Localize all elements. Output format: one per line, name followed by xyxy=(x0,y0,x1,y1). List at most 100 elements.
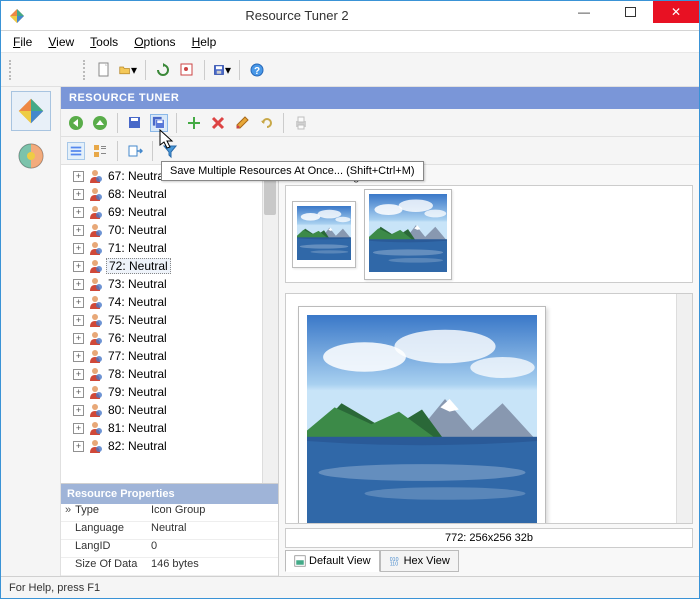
preview-scrollbar[interactable] xyxy=(676,294,692,523)
refresh-icon[interactable] xyxy=(154,61,172,79)
expand-icon[interactable]: + xyxy=(73,315,84,326)
thumbnail-medium[interactable] xyxy=(364,189,452,280)
expand-icon[interactable]: + xyxy=(73,189,84,200)
minimize-button[interactable]: — xyxy=(561,1,607,23)
properties-panel: Resource Properties TypeIcon GroupLangua… xyxy=(61,483,278,576)
tree-item-label: 72: Neutral xyxy=(106,258,171,274)
tree-item[interactable]: +74: Neutral xyxy=(65,293,278,311)
expand-icon[interactable]: + xyxy=(73,441,84,452)
expand-icon[interactable]: + xyxy=(73,243,84,254)
svg-text:?: ? xyxy=(254,66,260,77)
recent-icon[interactable] xyxy=(178,61,196,79)
rail-resource-button[interactable] xyxy=(11,91,51,131)
toolbar-grip[interactable] xyxy=(9,60,13,80)
resource-icon xyxy=(87,204,103,220)
expand-icon[interactable]: + xyxy=(73,369,84,380)
menu-options[interactable]: Options xyxy=(128,33,181,51)
maximize-button[interactable] xyxy=(607,1,653,23)
menu-file[interactable]: File xyxy=(7,33,38,51)
tree-item[interactable]: +75: Neutral xyxy=(65,311,278,329)
close-button[interactable]: ✕ xyxy=(653,1,699,23)
toolbar-grip[interactable] xyxy=(83,60,87,80)
expand-icon[interactable]: + xyxy=(73,225,84,236)
resource-tree[interactable]: +67: Neutral +68: Neutral+69: Neutral+70:… xyxy=(61,165,278,483)
expand-icon[interactable]: + xyxy=(73,261,84,272)
tab-hex-view[interactable]: 010110 Hex View xyxy=(380,550,459,572)
banner: RESOURCE TUNER xyxy=(61,87,699,109)
edit-icon[interactable] xyxy=(233,114,251,132)
tree-item[interactable]: +69: Neutral xyxy=(65,203,278,221)
expand-icon[interactable]: + xyxy=(73,297,84,308)
menu-help[interactable]: Help xyxy=(186,33,223,51)
tree-item[interactable]: +72: Neutral xyxy=(65,257,278,275)
tree-item-label: 75: Neutral xyxy=(106,313,169,327)
property-row: TypeIcon Group xyxy=(61,504,278,522)
status-text: For Help, press F1 xyxy=(9,582,100,594)
tree-item-label: 77: Neutral xyxy=(106,349,169,363)
property-value: Icon Group xyxy=(151,504,278,521)
resource-icon xyxy=(87,258,103,274)
delete-icon[interactable] xyxy=(209,114,227,132)
tree-scrollbar[interactable] xyxy=(262,165,278,483)
save-multiple-icon[interactable] xyxy=(150,114,168,132)
export-icon[interactable] xyxy=(126,142,144,160)
property-row: LanguageNeutral xyxy=(61,522,278,540)
print-icon[interactable] xyxy=(292,114,310,132)
tree-item-label: 80: Neutral xyxy=(106,403,169,417)
save-icon[interactable]: ▾ xyxy=(213,61,231,79)
property-value: 0 xyxy=(151,540,278,557)
property-value: 146 bytes xyxy=(151,558,278,575)
menu-view[interactable]: View xyxy=(42,33,80,51)
tab-default-view[interactable]: Default View xyxy=(285,550,380,572)
resource-icon xyxy=(87,222,103,238)
expand-icon[interactable]: + xyxy=(73,171,84,182)
tree-item[interactable]: +81: Neutral xyxy=(65,419,278,437)
thumbnail-small[interactable] xyxy=(292,201,356,268)
svg-text:110: 110 xyxy=(389,562,397,568)
back-icon[interactable] xyxy=(67,114,85,132)
undo-icon[interactable] xyxy=(257,114,275,132)
tree-item[interactable]: +73: Neutral xyxy=(65,275,278,293)
expand-icon[interactable]: + xyxy=(73,423,84,434)
tree-item[interactable]: +71: Neutral xyxy=(65,239,278,257)
properties-header: Resource Properties xyxy=(61,484,278,504)
filter-icon[interactable] xyxy=(161,142,179,160)
tree-item[interactable]: +82: Neutral xyxy=(65,437,278,455)
up-icon[interactable] xyxy=(91,114,109,132)
property-key: Language xyxy=(61,522,151,539)
expand-icon[interactable]: + xyxy=(73,207,84,218)
tree-item-label: 67: Neutral xyxy=(106,169,169,183)
tree-item[interactable]: +68: Neutral xyxy=(65,185,278,203)
property-value: Neutral xyxy=(151,522,278,539)
detail-view-icon[interactable] xyxy=(91,142,109,160)
tree-item[interactable]: +77: Neutral xyxy=(65,347,278,365)
tree-item[interactable]: +80: Neutral xyxy=(65,401,278,419)
tree-item[interactable]: +70: Neutral xyxy=(65,221,278,239)
selected-image-box xyxy=(285,185,693,283)
tree-item[interactable]: +79: Neutral xyxy=(65,383,278,401)
main-toolbar: ▾ ▾ ? xyxy=(1,53,699,87)
resource-icon xyxy=(87,240,103,256)
expand-icon[interactable]: + xyxy=(73,279,84,290)
resource-icon xyxy=(87,366,103,382)
open-folder-icon[interactable]: ▾ xyxy=(119,61,137,79)
expand-icon[interactable]: + xyxy=(73,333,84,344)
help-icon[interactable]: ? xyxy=(248,61,266,79)
tree-item[interactable]: +76: Neutral xyxy=(65,329,278,347)
rail-globe-button[interactable] xyxy=(16,141,46,174)
resource-icon xyxy=(87,330,103,346)
preview-image xyxy=(298,306,546,524)
expand-icon[interactable]: + xyxy=(73,351,84,362)
new-file-icon[interactable] xyxy=(95,61,113,79)
menu-tools[interactable]: Tools xyxy=(84,33,124,51)
tree-item[interactable]: +78: Neutral xyxy=(65,365,278,383)
expand-icon[interactable]: + xyxy=(73,405,84,416)
property-row: Size Of Data146 bytes xyxy=(61,558,278,576)
left-rail xyxy=(1,87,61,576)
expand-icon[interactable]: + xyxy=(73,387,84,398)
menubar: File View Tools Options Help xyxy=(1,31,699,53)
list-view-icon[interactable] xyxy=(67,142,85,160)
save-resource-icon[interactable] xyxy=(126,114,144,132)
add-icon[interactable] xyxy=(185,114,203,132)
preview-area[interactable] xyxy=(285,293,693,524)
